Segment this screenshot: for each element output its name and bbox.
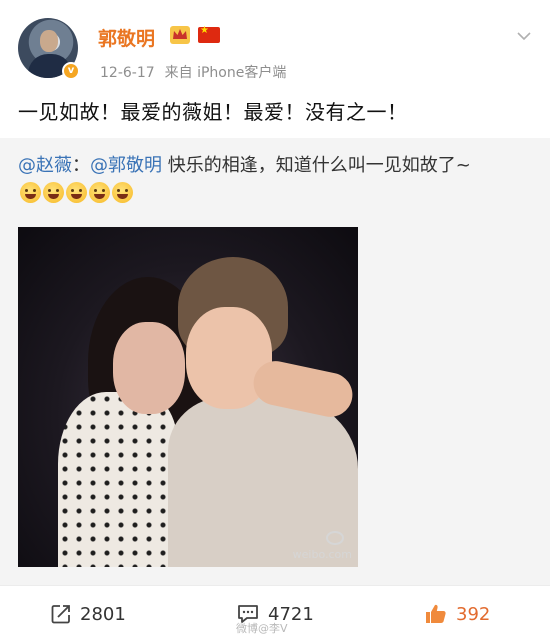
username[interactable]: 郭敬明 xyxy=(98,24,155,51)
emoji-row xyxy=(20,180,135,208)
avatar-face xyxy=(40,30,58,52)
repost-button[interactable]: 2801 xyxy=(50,600,126,628)
china-flag-icon xyxy=(198,25,220,43)
emoji-icon xyxy=(43,182,64,203)
emoji-icon xyxy=(20,182,41,203)
thumbs-up-icon xyxy=(426,604,446,623)
photo-body-left xyxy=(58,392,178,567)
verified-icon: v xyxy=(62,62,80,80)
repost-photo[interactable]: weibo.com xyxy=(18,227,358,567)
action-bar: 2801 4721 392 微博@李V xyxy=(0,585,550,642)
weibo-logo-icon xyxy=(326,531,344,545)
photo-watermark: weibo.com xyxy=(292,548,352,561)
post-source[interactable]: 来自 iPhone客户端 xyxy=(165,65,287,81)
emoji-icon xyxy=(112,182,133,203)
post-date: 12-6-17 xyxy=(100,65,155,81)
like-button[interactable]: 392 xyxy=(424,600,490,628)
footer-watermark: 微博@李V xyxy=(236,622,288,635)
repost-body: 快乐的相逢，知道什么叫一见如故了~ xyxy=(162,155,471,176)
repost-count: 2801 xyxy=(80,603,126,625)
like-count: 392 xyxy=(456,603,491,625)
emoji-icon xyxy=(66,182,87,203)
repost-icon xyxy=(51,605,70,624)
repost-block[interactable]: @赵薇：@郭敬明 快乐的相逢，知道什么叫一见如故了~ weibo.com xyxy=(0,138,550,585)
emoji-icon xyxy=(89,182,110,203)
post-meta: 12-6-17 来自 iPhone客户端 xyxy=(100,62,286,82)
repost-separator: ： xyxy=(72,155,90,176)
mention-zhaowei[interactable]: @赵薇 xyxy=(18,155,72,176)
repost-text: @赵薇：@郭敬明 快乐的相逢，知道什么叫一见如故了~ xyxy=(18,152,538,208)
crown-icon xyxy=(170,26,190,44)
chevron-down-icon[interactable] xyxy=(516,28,532,44)
post-text: 一见如故！最爱的薇姐！最爱！没有之一！ xyxy=(18,100,408,124)
mention-guojingming[interactable]: @郭敬明 xyxy=(90,155,162,176)
photo-face-left xyxy=(113,322,185,414)
post-header: v 郭敬明 12-6-17 来自 iPhone客户端 xyxy=(0,0,550,92)
